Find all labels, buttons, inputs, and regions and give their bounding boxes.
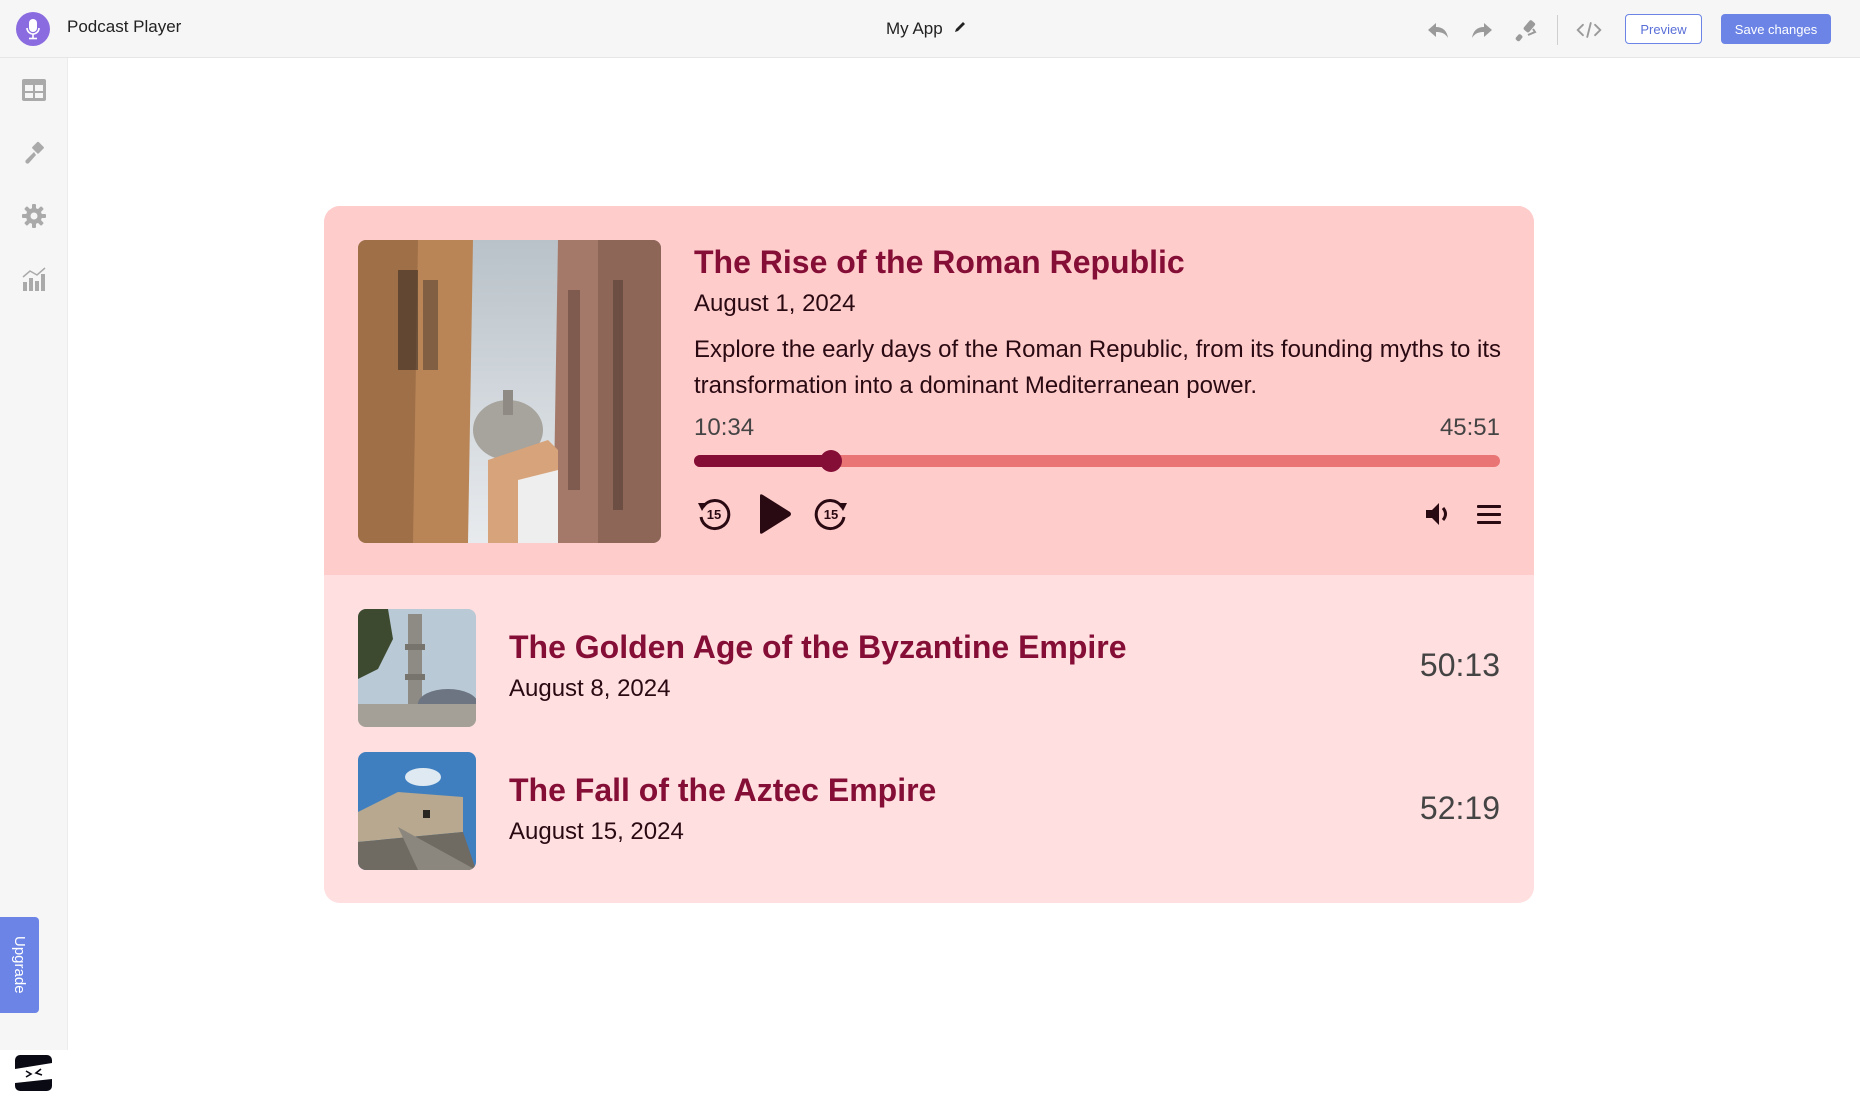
episode-title: The Rise of the Roman Republic bbox=[694, 244, 1185, 280]
menu-icon bbox=[1477, 505, 1501, 524]
toolbar-divider bbox=[1557, 15, 1558, 45]
episode-list-duration: 52:19 bbox=[1419, 790, 1500, 826]
progress-thumb[interactable] bbox=[820, 450, 843, 472]
episode-list-item[interactable]: The Fall of the Aztec Empire August 15, … bbox=[324, 752, 1534, 882]
volume-button[interactable] bbox=[1419, 494, 1459, 534]
episode-thumbnail bbox=[358, 752, 476, 870]
brand-logo-icon bbox=[15, 1055, 52, 1091]
gear-icon[interactable] bbox=[19, 201, 49, 231]
podcast-player-card: The Rise of the Roman Republic August 1,… bbox=[324, 206, 1534, 903]
episode-list-date: August 15, 2024 bbox=[509, 818, 684, 845]
skip-back-15-button[interactable]: 15 bbox=[694, 494, 734, 534]
preview-button[interactable]: Preview bbox=[1625, 14, 1702, 44]
top-bar: Podcast Player My App Preview Save chang… bbox=[0, 0, 1860, 58]
app-name: Podcast Player bbox=[67, 17, 182, 36]
microphone-icon bbox=[16, 12, 50, 46]
redo-icon[interactable] bbox=[1469, 17, 1495, 43]
playlist-menu-button[interactable] bbox=[1469, 494, 1509, 534]
upgrade-label: Upgrade bbox=[11, 936, 28, 994]
analytics-icon[interactable] bbox=[19, 264, 49, 294]
skip-forward-icon: 15 bbox=[814, 499, 847, 531]
episode-list-title: The Golden Age of the Byzantine Empire bbox=[509, 629, 1127, 665]
episode-list-title: The Fall of the Aztec Empire bbox=[509, 772, 937, 808]
skip-forward-seconds: 15 bbox=[824, 507, 838, 522]
pencil-icon[interactable] bbox=[953, 19, 967, 39]
brush-icon[interactable] bbox=[19, 138, 49, 168]
episode-list-item[interactable]: The Golden Age of the Byzantine Empire A… bbox=[324, 609, 1534, 739]
table-icon[interactable] bbox=[19, 75, 49, 105]
code-icon[interactable] bbox=[1576, 17, 1602, 43]
episode-date: August 1, 2024 bbox=[694, 290, 856, 317]
current-time: 10:34 bbox=[694, 414, 755, 441]
episode-cover-image bbox=[358, 240, 661, 543]
upgrade-button[interactable]: Upgrade bbox=[0, 917, 39, 1013]
episode-list-duration: 50:13 bbox=[1419, 647, 1500, 683]
app-title[interactable]: My App bbox=[886, 19, 967, 39]
app-title-text: My App bbox=[886, 19, 943, 38]
skip-back-seconds: 15 bbox=[707, 507, 721, 522]
progress-fill bbox=[694, 455, 832, 467]
save-changes-button[interactable]: Save changes bbox=[1721, 14, 1831, 44]
play-icon bbox=[760, 494, 791, 534]
episode-list-date: August 8, 2024 bbox=[509, 675, 671, 702]
sidebar: Upgrade bbox=[0, 58, 68, 1091]
progress-slider[interactable] bbox=[694, 450, 1500, 472]
volume-icon bbox=[1426, 503, 1447, 525]
now-playing-section: The Rise of the Roman Republic August 1,… bbox=[324, 206, 1534, 575]
skip-forward-15-button[interactable]: 15 bbox=[811, 494, 851, 534]
play-button[interactable] bbox=[752, 492, 796, 536]
paint-roller-icon[interactable] bbox=[1513, 17, 1539, 43]
episode-thumbnail bbox=[358, 609, 476, 727]
skip-back-icon: 15 bbox=[698, 499, 731, 531]
undo-icon[interactable] bbox=[1425, 17, 1451, 43]
total-time: 45:51 bbox=[1439, 414, 1500, 441]
episode-description: Explore the early days of the Roman Repu… bbox=[694, 336, 1502, 399]
